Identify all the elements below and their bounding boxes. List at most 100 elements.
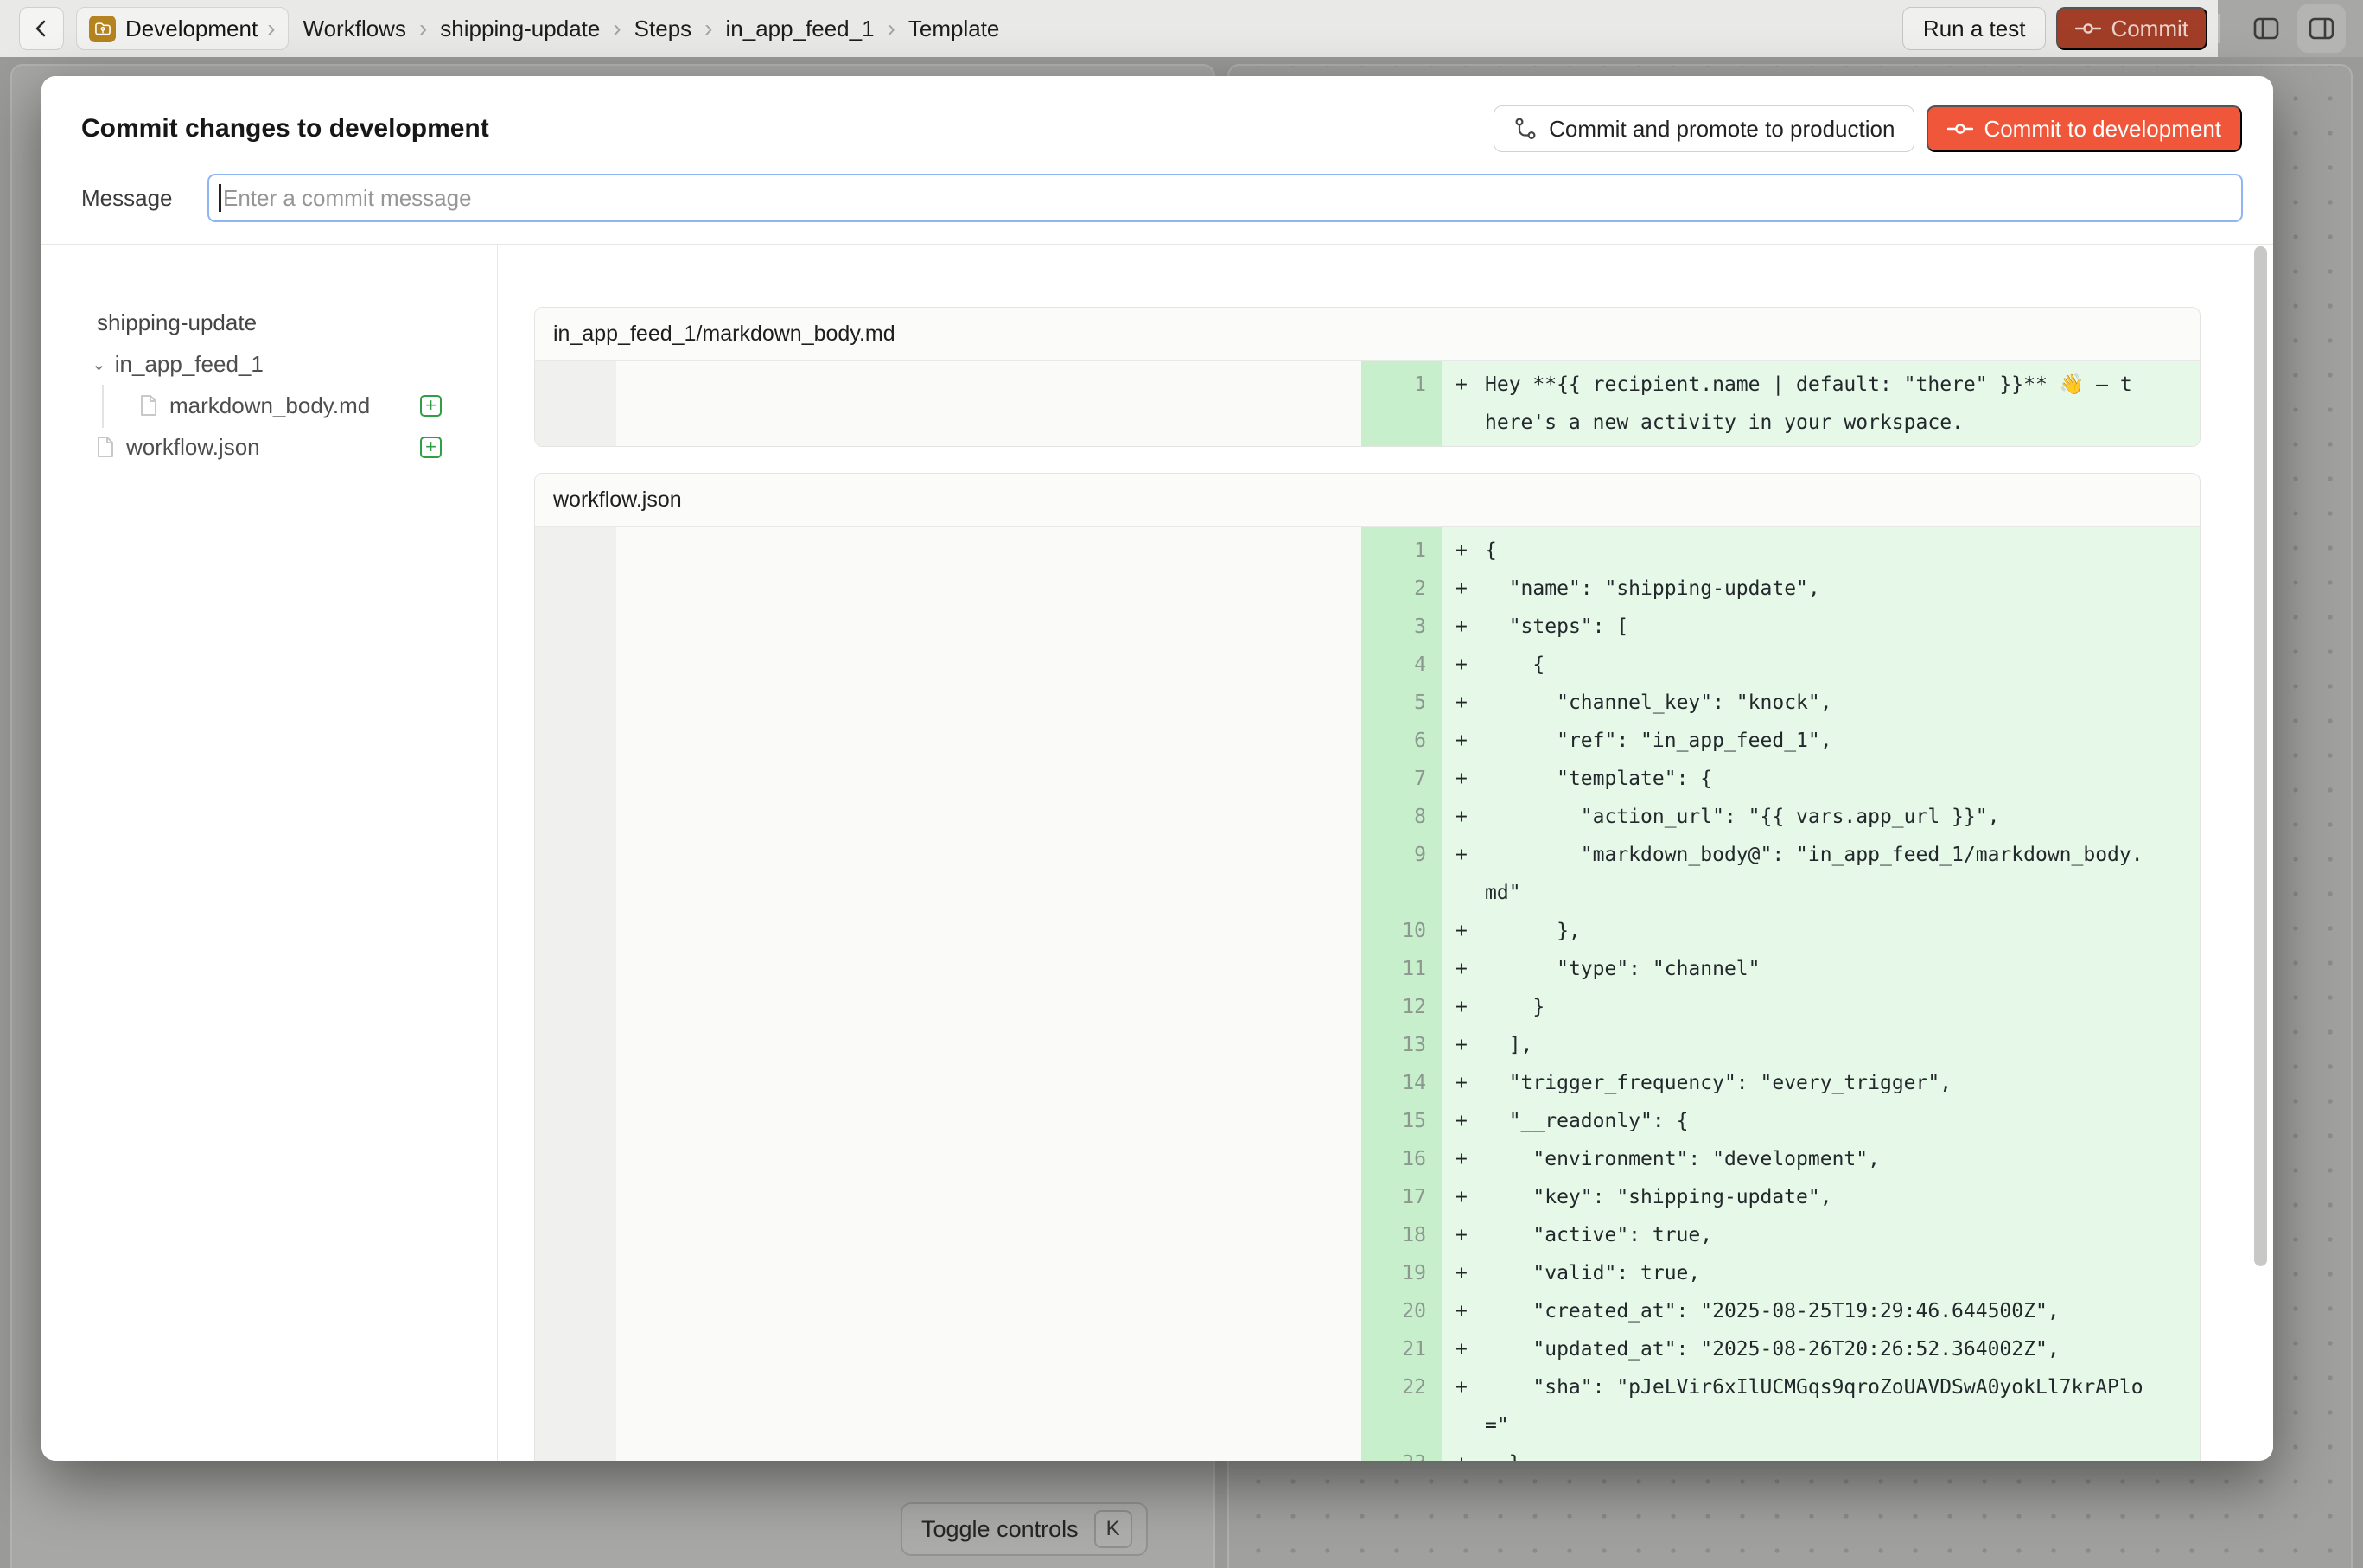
commit-modal: Commit changes to development Commit and… bbox=[41, 76, 2273, 1461]
diff-added-line: 22+ "sha": "pJeLVir6xIlUCMGqs9qroZoUAVDS… bbox=[1361, 1368, 2200, 1444]
breadcrumb-item[interactable]: shipping-update bbox=[440, 16, 600, 42]
code-text: "environment": "development", bbox=[1485, 1140, 1880, 1178]
code-text: "markdown_body@": "in_app_feed_1/markdow… bbox=[1485, 836, 2143, 912]
code-text: "channel_key": "knock", bbox=[1485, 684, 1832, 722]
line-number: 2 bbox=[1361, 570, 1442, 608]
breadcrumb-item[interactable]: in_app_feed_1 bbox=[726, 16, 875, 42]
line-number: 4 bbox=[1361, 646, 1442, 684]
back-button[interactable] bbox=[19, 7, 64, 50]
diff-added-line: 11+ "type": "channel" bbox=[1361, 950, 2200, 988]
tree-file-label: markdown_body.md bbox=[169, 392, 370, 419]
added-line-plus-sign: + bbox=[1455, 608, 1485, 646]
diff-added-line: 7+ "template": { bbox=[1361, 760, 2200, 798]
breadcrumb-item[interactable]: Workflows bbox=[303, 16, 406, 42]
tree-step-label: in_app_feed_1 bbox=[115, 351, 264, 378]
topbar-corner bbox=[2218, 0, 2363, 57]
code-text: { bbox=[1485, 646, 1545, 684]
message-input-wrap bbox=[207, 174, 2243, 222]
code-cell: + "steps": [ bbox=[1442, 608, 2200, 646]
code-text: "steps": [ bbox=[1485, 608, 1628, 646]
line-number: 18 bbox=[1361, 1216, 1442, 1254]
line-number: 11 bbox=[1361, 950, 1442, 988]
added-line-plus-sign: + bbox=[1455, 1178, 1485, 1216]
environment-switcher[interactable]: Development › bbox=[76, 7, 289, 50]
line-number: 14 bbox=[1361, 1064, 1442, 1102]
commit-and-promote-label: Commit and promote to production bbox=[1549, 116, 1895, 143]
tree-indent-guide bbox=[102, 385, 104, 428]
line-number: 21 bbox=[1361, 1330, 1442, 1368]
modal-actions: Commit and promote to production Commit … bbox=[1494, 105, 2242, 152]
commit-button[interactable]: Commit bbox=[2056, 7, 2207, 50]
added-line-plus-sign: + bbox=[1455, 722, 1485, 760]
line-number: 1 bbox=[1361, 532, 1442, 570]
code-cell: + }, bbox=[1442, 912, 2200, 950]
breadcrumb-separator-icon: › bbox=[888, 15, 895, 42]
code-cell: +Hey **{{ recipient.name | default: "the… bbox=[1442, 366, 2200, 442]
added-line-plus-sign: + bbox=[1455, 1216, 1485, 1254]
diff-added-icon: + bbox=[420, 437, 442, 458]
code-text: "action_url": "{{ vars.app_url }}", bbox=[1485, 798, 1999, 836]
code-text: "__readonly": { bbox=[1485, 1102, 1688, 1140]
tree-root-label: shipping-update bbox=[97, 309, 257, 336]
diff-old-side-empty bbox=[535, 361, 1361, 446]
file-icon bbox=[95, 436, 116, 458]
diff-card: in_app_feed_1/markdown_body.md1+Hey **{{… bbox=[534, 307, 2201, 447]
code-cell: + ], bbox=[1442, 1026, 2200, 1064]
code-cell: + "updated_at": "2025-08-26T20:26:52.364… bbox=[1442, 1330, 2200, 1368]
breadcrumb-item[interactable]: Steps bbox=[634, 16, 692, 42]
code-cell: + "trigger_frequency": "every_trigger", bbox=[1442, 1064, 2200, 1102]
diff-added-line: 15+ "__readonly": { bbox=[1361, 1102, 2200, 1140]
toggle-left-panel-button[interactable] bbox=[2242, 4, 2290, 53]
diff-added-line: 14+ "trigger_frequency": "every_trigger"… bbox=[1361, 1064, 2200, 1102]
code-text: ], bbox=[1485, 1026, 1532, 1064]
diff-added-line: 20+ "created_at": "2025-08-25T19:29:46.6… bbox=[1361, 1292, 2200, 1330]
diff-added-line: 19+ "valid": true, bbox=[1361, 1254, 2200, 1292]
added-line-plus-sign: + bbox=[1455, 1444, 1485, 1461]
line-number: 3 bbox=[1361, 608, 1442, 646]
toggle-right-panel-button[interactable] bbox=[2297, 4, 2346, 53]
code-cell: + "key": "shipping-update", bbox=[1442, 1178, 2200, 1216]
code-text: "sha": "pJeLVir6xIlUCMGqs9qroZoUAVDSwA0y… bbox=[1485, 1368, 2143, 1444]
diff-added-line: 9+ "markdown_body@": "in_app_feed_1/mark… bbox=[1361, 836, 2200, 912]
run-a-test-button[interactable]: Run a test bbox=[1902, 7, 2047, 50]
added-line-plus-sign: + bbox=[1455, 532, 1485, 570]
tree-item-workflow-root[interactable]: shipping-update bbox=[41, 302, 497, 343]
tree-item-workflow-json[interactable]: workflow.json + bbox=[41, 426, 497, 468]
line-number: 22 bbox=[1361, 1368, 1442, 1444]
commit-to-development-button[interactable]: Commit to development bbox=[1927, 105, 2242, 152]
diff-added-line: 10+ }, bbox=[1361, 912, 2200, 950]
right-panel-icon bbox=[2304, 11, 2339, 46]
code-text: "name": "shipping-update", bbox=[1485, 570, 1820, 608]
commit-and-promote-button[interactable]: Commit and promote to production bbox=[1494, 105, 1914, 152]
environment-folder-icon bbox=[89, 16, 116, 42]
modal-scrollbar-thumb[interactable] bbox=[2254, 246, 2267, 1266]
breadcrumb-item[interactable]: Template bbox=[908, 16, 1000, 42]
code-cell: + "channel_key": "knock", bbox=[1442, 684, 2200, 722]
diff-body: 1+{2+ "name": "shipping-update",3+ "step… bbox=[535, 527, 2200, 1461]
tree-item-step[interactable]: ⌄ in_app_feed_1 bbox=[41, 343, 497, 385]
diff-old-content bbox=[616, 527, 1361, 1461]
breadcrumb-separator-icon: › bbox=[613, 15, 621, 42]
chevron-down-icon: ⌄ bbox=[92, 354, 106, 375]
tree-item-markdown-body[interactable]: markdown_body.md + bbox=[41, 385, 497, 426]
commit-message-input[interactable] bbox=[207, 174, 2243, 222]
toggle-controls-label: Toggle controls bbox=[921, 1516, 1079, 1543]
modal-header: Commit changes to development Commit and… bbox=[41, 76, 2273, 245]
toggle-controls-button[interactable]: Toggle controls K bbox=[901, 1502, 1148, 1556]
code-cell: + { bbox=[1442, 646, 2200, 684]
line-number: 19 bbox=[1361, 1254, 1442, 1292]
shortcut-key-badge: K bbox=[1094, 1510, 1132, 1548]
line-number: 10 bbox=[1361, 912, 1442, 950]
added-line-plus-sign: + bbox=[1455, 988, 1485, 1026]
diff-old-gutter bbox=[535, 361, 616, 446]
chevron-left-icon bbox=[30, 17, 53, 40]
diff-old-gutter bbox=[535, 527, 616, 1461]
code-text: { bbox=[1485, 532, 1497, 570]
promote-branch-icon bbox=[1513, 117, 1538, 141]
changed-files-tree: shipping-update ⌄ in_app_feed_1 markdown… bbox=[41, 245, 498, 1461]
code-text: "type": "channel" bbox=[1485, 950, 1761, 988]
top-bar: Development › Workflows › shipping-update ›… bbox=[0, 0, 2363, 57]
code-text: Hey **{{ recipient.name | default: "ther… bbox=[1485, 366, 2143, 442]
diff-added-line: 13+ ], bbox=[1361, 1026, 2200, 1064]
added-line-plus-sign: + bbox=[1455, 1102, 1485, 1140]
